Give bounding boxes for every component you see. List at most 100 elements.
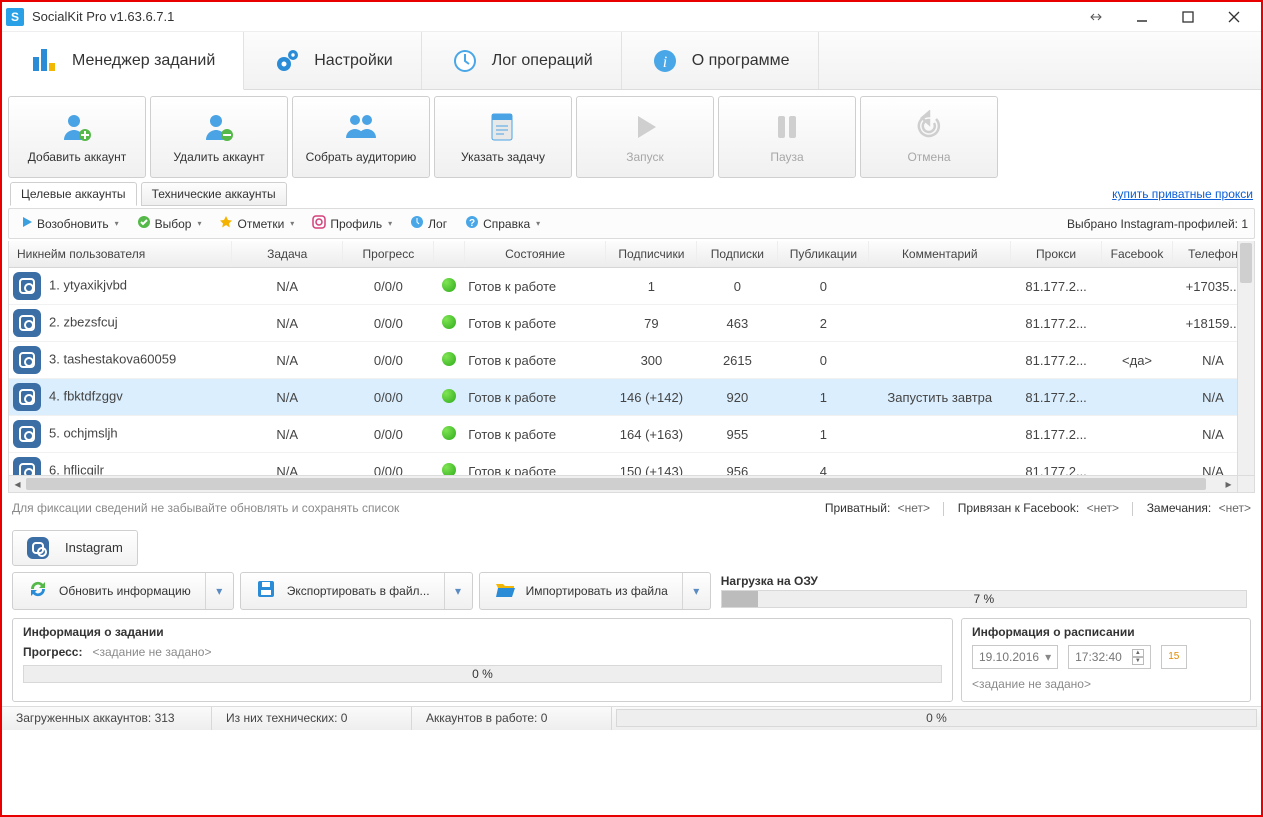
- dropdown-toggle[interactable]: ▾: [444, 573, 472, 609]
- instagram-tab[interactable]: Instagram: [12, 530, 138, 566]
- bar-chart-icon: [30, 46, 60, 76]
- col-status-icon[interactable]: [434, 241, 464, 268]
- delete-account-button[interactable]: Удалить аккаунт: [150, 96, 288, 178]
- label: Отметки: [237, 217, 284, 231]
- schedule-date-input[interactable]: 19.10.2016 ▾: [972, 645, 1058, 669]
- minimize-button[interactable]: [1119, 2, 1165, 32]
- scroll-left-icon[interactable]: ◂: [9, 476, 26, 493]
- table-row[interactable]: 1. ytyaxikjvbdN/A0/0/0Готов к работе1008…: [9, 268, 1254, 305]
- save-icon: [255, 578, 277, 603]
- scroll-corner: [1237, 475, 1254, 492]
- instagram-icon: [312, 215, 326, 232]
- table-row[interactable]: 2. zbezsfcujN/A0/0/0Готов к работе794632…: [9, 305, 1254, 342]
- tab-log[interactable]: Лог операций: [422, 32, 622, 89]
- status-working: Аккаунтов в работе: 0: [412, 707, 612, 730]
- col-nickname[interactable]: Никнейм пользователя: [9, 241, 232, 268]
- table-row[interactable]: 3. tashestakova60059N/A0/0/0Готов к рабо…: [9, 342, 1254, 379]
- horizontal-scrollbar[interactable]: ◂ ▸: [9, 475, 1237, 492]
- calendar-button[interactable]: 15: [1161, 645, 1187, 669]
- ram-progress-bar: 7 %: [721, 590, 1247, 608]
- col-posts[interactable]: Публикации: [778, 241, 869, 268]
- marks-menu[interactable]: Отметки ▾: [213, 213, 300, 234]
- tech-accounts-tab[interactable]: Технические аккаунты: [141, 182, 287, 206]
- play-icon: [628, 110, 662, 144]
- dropdown-toggle[interactable]: ▾: [205, 573, 233, 609]
- drag-icon[interactable]: [1073, 2, 1119, 32]
- col-proxy[interactable]: Прокси: [1011, 241, 1102, 268]
- label: Экспортировать в файл...: [287, 584, 430, 598]
- row-details: Приватный: <нет> Привязан к Facebook: <н…: [825, 501, 1251, 516]
- col-task[interactable]: Задача: [232, 241, 343, 268]
- main-toolbar: Добавить аккаунт Удалить аккаунт Собрать…: [2, 90, 1261, 182]
- vertical-scrollbar[interactable]: [1237, 241, 1254, 475]
- folder-open-icon: [494, 578, 516, 603]
- time-spinner[interactable]: ▲▼: [1132, 649, 1144, 665]
- help-menu[interactable]: ? Справка▾: [459, 213, 546, 234]
- private-value: <нет>: [898, 501, 930, 515]
- chevron-down-icon: ▾: [290, 219, 294, 228]
- col-following[interactable]: Подписки: [697, 241, 778, 268]
- col-comment[interactable]: Комментарий: [869, 241, 1011, 268]
- tab-settings[interactable]: Настройки: [244, 32, 421, 89]
- table-row[interactable]: 4. fbktdfzggvN/A0/0/0Готов к работе146 (…: [9, 379, 1254, 416]
- instagram-badge-icon: [13, 309, 41, 337]
- calendar-dropdown-icon[interactable]: ▾: [1045, 650, 1051, 664]
- hint-text: Для фиксации сведений не забывайте обнов…: [12, 501, 399, 515]
- ram-label: Нагрузка на ОЗУ: [721, 574, 1247, 588]
- start-button[interactable]: Запуск: [576, 96, 714, 178]
- account-tabs: Целевые аккаунты Технические аккаунты ку…: [2, 182, 1261, 208]
- user-minus-icon: [202, 110, 236, 144]
- pause-button[interactable]: Пауза: [718, 96, 856, 178]
- maximize-button[interactable]: [1165, 2, 1211, 32]
- ram-load: Нагрузка на ОЗУ 7 %: [717, 572, 1251, 610]
- col-state[interactable]: Состояние: [464, 241, 606, 268]
- task-progress-percent: 0 %: [24, 666, 941, 682]
- document-icon: [486, 110, 520, 144]
- table-row[interactable]: 5. ochjmsljhN/A0/0/0Готов к работе164 (+…: [9, 416, 1254, 453]
- table-toolbar: Возобновить▾ Выбор▾ Отметки ▾ Профиль▾ Ло…: [8, 208, 1255, 239]
- dropdown-toggle[interactable]: ▾: [682, 573, 710, 609]
- resume-menu[interactable]: Возобновить▾: [15, 214, 125, 233]
- cancel-button[interactable]: Отмена: [860, 96, 998, 178]
- instagram-icon: [27, 537, 49, 559]
- add-account-button[interactable]: Добавить аккаунт: [8, 96, 146, 178]
- set-task-button[interactable]: Указать задачу: [434, 96, 572, 178]
- schedule-none: <задание не задано>: [972, 677, 1091, 691]
- gear-icon: [272, 46, 302, 76]
- notes-value: <нет>: [1219, 501, 1251, 515]
- main-tabs: Менеджер заданий Настройки Лог операций …: [2, 32, 1261, 90]
- buy-proxy-link[interactable]: купить приватные прокси: [1112, 187, 1253, 201]
- status-dot-icon: [442, 278, 456, 292]
- import-file-button[interactable]: Импортировать из файла ▾: [479, 572, 711, 610]
- pause-icon: [770, 110, 804, 144]
- col-facebook[interactable]: Facebook: [1102, 241, 1173, 268]
- col-followers[interactable]: Подписчики: [606, 241, 697, 268]
- svg-text:?: ?: [469, 218, 475, 229]
- scroll-right-icon[interactable]: ▸: [1220, 476, 1237, 493]
- refresh-info-button[interactable]: Обновить информацию ▾: [12, 572, 234, 610]
- profile-menu[interactable]: Профиль▾: [306, 213, 398, 234]
- col-progress[interactable]: Прогресс: [343, 241, 434, 268]
- play-small-icon: [21, 216, 33, 231]
- button-label: Пауза: [770, 150, 803, 164]
- label: Возобновить: [37, 217, 109, 231]
- cpu-progress-bar: 0 %: [616, 709, 1257, 727]
- target-accounts-tab[interactable]: Целевые аккаунты: [10, 182, 137, 206]
- instagram-badge-icon: [13, 420, 41, 448]
- date-value: 19.10.2016: [979, 650, 1039, 664]
- clock-small-icon: [410, 215, 424, 232]
- schedule-time-input[interactable]: 17:32:40 ▲▼: [1068, 645, 1151, 669]
- button-label: Запуск: [626, 150, 664, 164]
- close-button[interactable]: [1211, 2, 1257, 32]
- instagram-badge-icon: [13, 272, 41, 300]
- check-circle-icon: [137, 215, 151, 232]
- panel-title: Информация о расписании: [972, 625, 1240, 639]
- gather-audience-button[interactable]: Собрать аудиторию: [292, 96, 430, 178]
- status-dot-icon: [442, 426, 456, 440]
- select-menu[interactable]: Выбор▾: [131, 213, 208, 234]
- button-label: Указать задачу: [461, 150, 545, 164]
- log-menu[interactable]: Лог: [404, 213, 453, 234]
- tab-task-manager[interactable]: Менеджер заданий: [2, 32, 244, 90]
- tab-about[interactable]: i О программе: [622, 32, 819, 89]
- export-file-button[interactable]: Экспортировать в файл... ▾: [240, 572, 473, 610]
